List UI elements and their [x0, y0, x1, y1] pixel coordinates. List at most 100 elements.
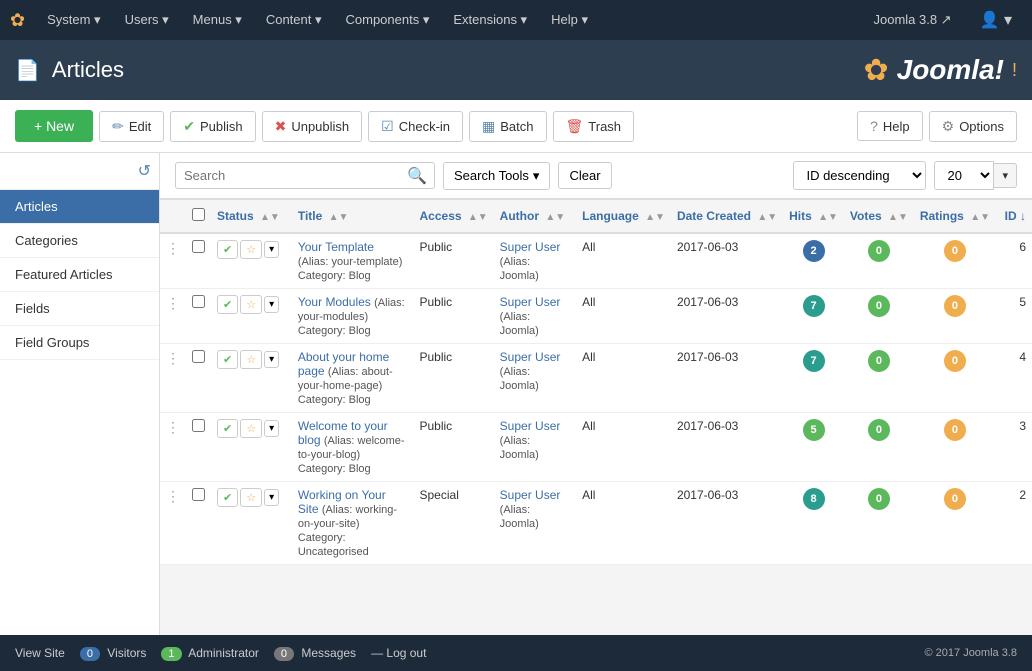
article-title-link[interactable]: Your Template	[298, 240, 374, 254]
nav-item-components[interactable]: Components ▾	[336, 0, 440, 40]
published-toggle[interactable]: ✔	[217, 488, 238, 507]
nav-item-users[interactable]: Users ▾	[115, 0, 179, 40]
drag-handle[interactable]: ⋮	[166, 240, 180, 256]
nav-item-menus[interactable]: Menus ▾	[183, 0, 252, 40]
status-buttons: ✔ ☆ ▾	[217, 295, 286, 314]
sidebar-item-field-groups[interactable]: Field Groups	[0, 326, 159, 360]
hits-badge[interactable]: 7	[803, 350, 825, 372]
search-input[interactable]	[175, 162, 435, 189]
th-id[interactable]: ID ↓	[996, 200, 1032, 234]
ratings-badge[interactable]: 0	[944, 350, 966, 372]
author-link[interactable]: Super User	[500, 350, 561, 364]
published-toggle[interactable]: ✔	[217, 295, 238, 314]
ratings-cell: 0	[914, 289, 996, 344]
th-date[interactable]: Date Created ▲▼	[671, 200, 783, 234]
row-checkbox[interactable]	[192, 488, 205, 501]
sort-select[interactable]: ID descending ID ascending Title ascendi…	[793, 161, 926, 190]
language-value: All	[582, 350, 595, 364]
new-button[interactable]: + New	[15, 110, 93, 142]
status-dropdown[interactable]: ▾	[264, 420, 279, 437]
checkin-button[interactable]: ☑ Check-in	[368, 111, 463, 142]
featured-toggle[interactable]: ☆	[240, 488, 262, 507]
status-dropdown[interactable]: ▾	[264, 351, 279, 368]
per-page-dropdown-arrow[interactable]: ▾	[994, 163, 1017, 188]
clear-button[interactable]: Clear	[558, 162, 611, 189]
sidebar-item-fields[interactable]: Fields	[0, 292, 159, 326]
nav-item-extensions[interactable]: Extensions ▾	[443, 0, 537, 40]
row-checkbox[interactable]	[192, 350, 205, 363]
drag-handle[interactable]: ⋮	[166, 419, 180, 435]
featured-toggle[interactable]: ☆	[240, 295, 262, 314]
author-alias: (Alias: Joomla)	[500, 366, 539, 392]
th-title[interactable]: Title ▲▼	[292, 200, 414, 234]
th-language[interactable]: Language ▲▼	[576, 200, 671, 234]
votes-badge[interactable]: 0	[868, 419, 890, 441]
user-menu[interactable]: 👤 ▾	[970, 0, 1022, 40]
ratings-badge[interactable]: 0	[944, 419, 966, 441]
th-votes[interactable]: Votes ▲▼	[844, 200, 914, 234]
sidebar-item-articles[interactable]: Articles	[0, 190, 159, 224]
hits-badge[interactable]: 8	[803, 488, 825, 510]
per-page-select[interactable]: 20 50 100	[934, 161, 994, 190]
sidebar-toggle[interactable]: ↺	[0, 153, 159, 190]
row-checkbox[interactable]	[192, 295, 205, 308]
th-author[interactable]: Author ▲▼	[494, 200, 576, 234]
status-dropdown[interactable]: ▾	[264, 489, 279, 506]
votes-badge[interactable]: 0	[868, 295, 890, 317]
help-button[interactable]: ? Help	[857, 111, 923, 141]
votes-badge[interactable]: 0	[868, 350, 890, 372]
search-button[interactable]: 🔍	[401, 162, 433, 190]
batch-button[interactable]: ▦ Batch	[469, 111, 546, 142]
drag-handle[interactable]: ⋮	[166, 488, 180, 504]
published-toggle[interactable]: ✔	[217, 240, 238, 259]
hits-badge[interactable]: 2	[803, 240, 825, 262]
th-access[interactable]: Access ▲▼	[414, 200, 494, 234]
nav-item-help[interactable]: Help ▾	[541, 0, 598, 40]
published-toggle[interactable]: ✔	[217, 350, 238, 369]
trash-button[interactable]: 🗑 Trash	[553, 111, 635, 142]
select-all-checkbox[interactable]	[192, 208, 205, 221]
hits-badge[interactable]: 7	[803, 295, 825, 317]
ratings-badge[interactable]: 0	[944, 240, 966, 262]
publish-button[interactable]: ✔ Publish	[170, 111, 255, 142]
author-link[interactable]: Super User	[500, 240, 561, 254]
published-toggle[interactable]: ✔	[217, 419, 238, 438]
view-site-link[interactable]: View Site	[15, 646, 65, 660]
nav-item-system[interactable]: System ▾	[37, 0, 110, 40]
row-checkbox[interactable]	[192, 419, 205, 432]
copyright-text: © 2017 Joomla 3.8	[925, 647, 1018, 659]
hits-cell: 7	[783, 289, 844, 344]
author-link[interactable]: Super User	[500, 295, 561, 309]
ratings-badge[interactable]: 0	[944, 295, 966, 317]
unpublish-button[interactable]: ✖ Unpublish	[262, 111, 363, 142]
author-cell: Super User (Alias: Joomla)	[494, 344, 576, 413]
featured-toggle[interactable]: ☆	[240, 419, 262, 438]
article-title-link[interactable]: Your Modules	[298, 295, 371, 309]
search-tools-button[interactable]: Search Tools ▾	[443, 162, 550, 190]
featured-toggle[interactable]: ☆	[240, 240, 262, 259]
sidebar-item-categories[interactable]: Categories	[0, 224, 159, 258]
joomla-version-link[interactable]: Joomla 3.8 ↗	[863, 0, 961, 40]
votes-badge[interactable]: 0	[868, 240, 890, 262]
edit-button[interactable]: ✏ Edit	[99, 111, 164, 142]
votes-cell: 0	[844, 413, 914, 482]
status-dropdown[interactable]: ▾	[264, 241, 279, 258]
hits-badge[interactable]: 5	[803, 419, 825, 441]
th-hits[interactable]: Hits ▲▼	[783, 200, 844, 234]
sidebar-item-featured[interactable]: Featured Articles	[0, 258, 159, 292]
status-dropdown[interactable]: ▾	[264, 296, 279, 313]
logout-link[interactable]: — Log out	[371, 646, 426, 660]
drag-handle[interactable]: ⋮	[166, 295, 180, 311]
th-status[interactable]: Status ▲▼	[211, 200, 292, 234]
author-link[interactable]: Super User	[500, 419, 561, 433]
featured-toggle[interactable]: ☆	[240, 350, 262, 369]
author-link[interactable]: Super User	[500, 488, 561, 502]
votes-badge[interactable]: 0	[868, 488, 890, 510]
row-checkbox[interactable]	[192, 240, 205, 253]
options-button[interactable]: ⚙ Options	[929, 111, 1017, 142]
nav-item-content[interactable]: Content ▾	[256, 0, 332, 40]
th-ratings[interactable]: Ratings ▲▼	[914, 200, 996, 234]
id-value: 3	[1019, 419, 1026, 433]
drag-handle[interactable]: ⋮	[166, 350, 180, 366]
ratings-badge[interactable]: 0	[944, 488, 966, 510]
